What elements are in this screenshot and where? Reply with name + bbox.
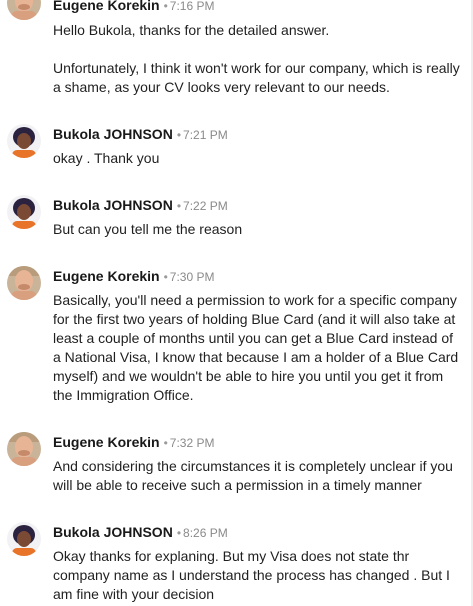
message-paragraph: Basically, you'll need a permission to w… [53, 292, 459, 403]
message-paragraph: okay . Thank you [53, 150, 160, 166]
sender-name[interactable]: Eugene Korekin [53, 0, 160, 13]
avatar-bukola[interactable] [7, 124, 41, 158]
avatar-bukola[interactable] [7, 522, 41, 556]
separator-dot: • [163, 0, 168, 13]
avatar-eugene-image [7, 432, 41, 466]
avatar-eugene[interactable] [7, 266, 41, 300]
message-body: And considering the circumstances it is … [53, 457, 463, 495]
message-body: Hello Bukola, thanks for the detailed an… [53, 21, 463, 97]
sender-name[interactable]: Eugene Korekin [53, 268, 160, 284]
message-thread: Eugene Korekin • 7:16 PM Hello Bukola, tha… [0, 0, 473, 606]
sender-name[interactable]: Bukola JOHNSON [53, 197, 173, 213]
avatar-eugene-image [7, 266, 41, 300]
message-timestamp: 7:21 PM [183, 128, 228, 142]
message-body: okay . Thank you [53, 149, 463, 168]
sender-name[interactable]: Eugene Korekin [53, 434, 160, 450]
message-timestamp: 7:32 PM [169, 436, 215, 450]
message-paragraph: Unfortunately, I think it won't work for… [53, 60, 460, 95]
message-paragraph: But can you tell me the reason [53, 221, 243, 237]
message-header: Eugene Korekin • 7:30 PM [53, 268, 215, 285]
avatar-bukola[interactable] [7, 195, 41, 229]
message-header: Bukola JOHNSON • 7:22 PM [53, 197, 228, 214]
message-header: Bukola JOHNSON • 8:26 PM [53, 524, 228, 541]
message-paragraph: And considering the circumstances it is … [53, 458, 453, 493]
message-body: But can you tell me the reason [53, 220, 463, 239]
sender-name[interactable]: Bukola JOHNSON [53, 524, 173, 540]
message-paragraph: Okay thanks for explaning. But my Visa d… [53, 548, 450, 602]
sender-name[interactable]: Bukola JOHNSON [53, 126, 173, 142]
message-timestamp: 8:26 PM [183, 526, 228, 540]
avatar-bukola-image [7, 195, 41, 229]
separator-dot: • [176, 199, 182, 213]
avatar-eugene[interactable] [7, 0, 41, 20]
avatar-eugene-image [7, 0, 41, 20]
message-body: Basically, you'll need a permission to w… [53, 291, 463, 405]
message-timestamp: 7:16 PM [169, 0, 215, 13]
message-header: Eugene Korekin • 7:32 PM [53, 434, 215, 451]
separator-dot: • [163, 436, 168, 450]
avatar-bukola-image [7, 522, 41, 556]
message-timestamp: 7:30 PM [169, 270, 215, 284]
message-header: Bukola JOHNSON • 7:21 PM [53, 126, 228, 143]
message-timestamp: 7:22 PM [183, 199, 228, 213]
message-body: Okay thanks for explaning. But my Visa d… [53, 547, 463, 604]
avatar-eugene[interactable] [7, 432, 41, 466]
message-header: Eugene Korekin • 7:16 PM [53, 0, 215, 14]
avatar-bukola-image [7, 124, 41, 158]
message-paragraph: Hello Bukola, thanks for the detailed an… [53, 22, 330, 38]
separator-dot: • [176, 526, 182, 540]
separator-dot: • [163, 270, 168, 284]
separator-dot: • [176, 128, 182, 142]
